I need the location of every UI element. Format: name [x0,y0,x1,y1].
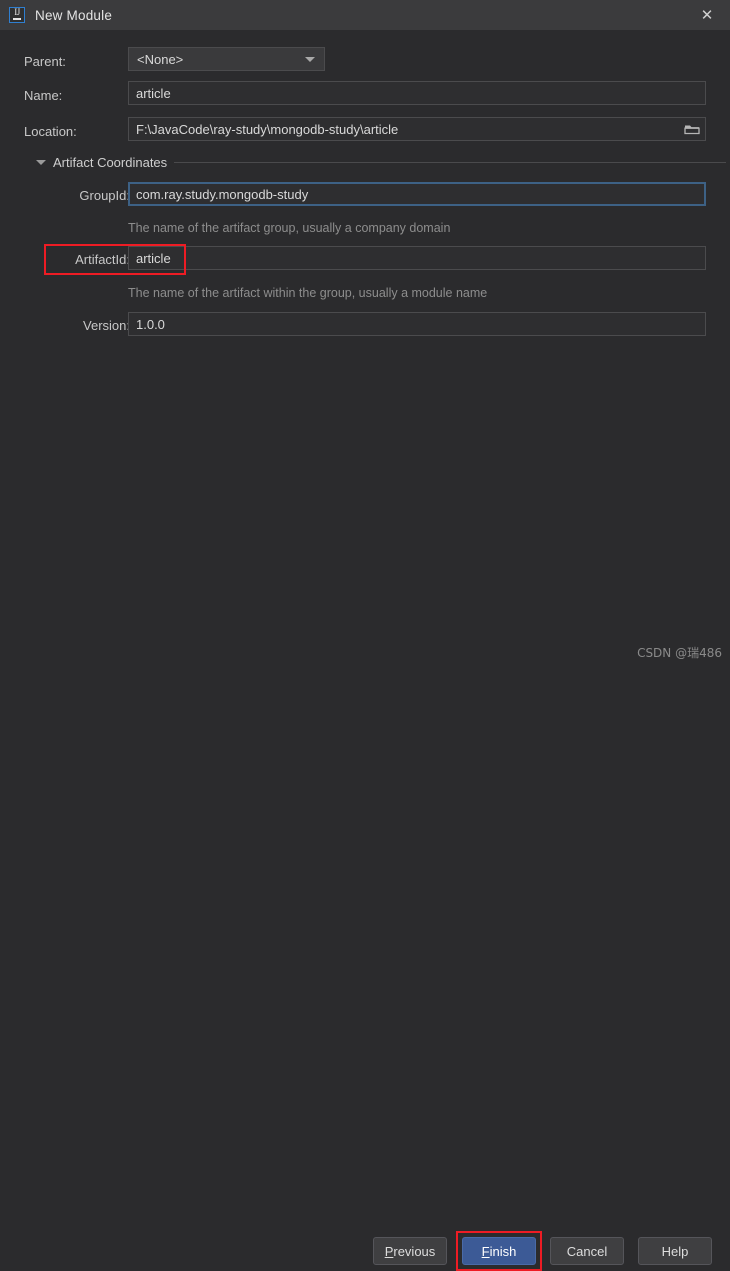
previous-button[interactable]: Previous [373,1237,447,1265]
chevron-down-icon [305,56,315,62]
group-id-label: GroupId: [79,187,130,203]
help-button[interactable]: Help [638,1237,712,1265]
close-icon[interactable]: ✕ [684,0,730,30]
finish-button[interactable]: Finish [462,1237,536,1265]
window-titlebar: IJ New Module ✕ [0,0,730,30]
artifact-coordinates-title: Artifact Coordinates [53,155,168,170]
finish-button-rest: inish [489,1243,517,1259]
new-module-form: Parent: <None> Name: article Location: F… [0,30,730,635]
cancel-button[interactable]: Cancel [550,1237,624,1265]
version-input[interactable]: 1.0.0 [128,312,706,336]
name-input-value: article [136,85,171,101]
previous-button-label: Previous [385,1244,436,1259]
artifact-coordinates-section-header[interactable]: Artifact Coordinates [36,155,726,170]
help-button-label: Help [661,1243,689,1259]
previous-button-rest: revious [393,1243,436,1259]
name-label: Name: [24,87,63,103]
group-id-input-value: com.ray.study.mongodb-study [136,186,309,202]
artifact-id-input[interactable]: article [128,246,706,270]
cancel-button-label: Cancel [566,1243,608,1259]
parent-dropdown-value: <None> [137,51,184,67]
parent-label-wrap: Parent: [24,49,124,73]
intellij-idea-icon-underline [13,18,21,20]
finish-button-mnemonic: F [481,1243,490,1259]
parent-label: Parent: [24,53,66,69]
section-divider [174,162,726,163]
location-input-value: F:\JavaCode\ray-study\mongodb-study\arti… [136,121,399,137]
location-input[interactable]: F:\JavaCode\ray-study\mongodb-study\arti… [128,117,706,141]
group-id-input[interactable]: com.ray.study.mongodb-study [128,182,706,206]
artifact-id-input-value: article [136,250,171,266]
version-label: Version: [83,317,130,333]
group-id-hint: The name of the artifact group, usually … [128,221,451,235]
intellij-idea-icon: IJ [9,7,25,23]
window-title: New Module [35,7,113,23]
previous-button-mnemonic: P [384,1243,394,1259]
triangle-down-icon[interactable] [36,160,46,165]
artifact-id-hint: The name of the artifact within the grou… [128,286,488,300]
location-label-wrap: Location: [24,119,124,143]
csdn-watermark: CSDN @瑞486 [637,646,722,660]
finish-button-label: Finish [482,1244,517,1259]
parent-dropdown[interactable]: <None> [128,47,325,71]
name-label-wrap: Name: [24,83,124,107]
folder-icon[interactable] [683,121,701,137]
intellij-idea-icon-text: IJ [14,7,20,17]
name-input[interactable]: article [128,81,706,105]
location-label: Location: [24,123,77,139]
version-label-wrap: Version: [60,313,130,337]
artifact-id-label-wrap: ArtifactId: [52,247,130,271]
dialog-button-bar: Previous Finish Cancel Help CSDN @瑞486 [0,605,730,1271]
version-input-value: 1.0.0 [136,316,165,332]
artifact-id-label: ArtifactId: [75,251,130,267]
group-id-label-wrap: GroupId: [60,183,130,207]
